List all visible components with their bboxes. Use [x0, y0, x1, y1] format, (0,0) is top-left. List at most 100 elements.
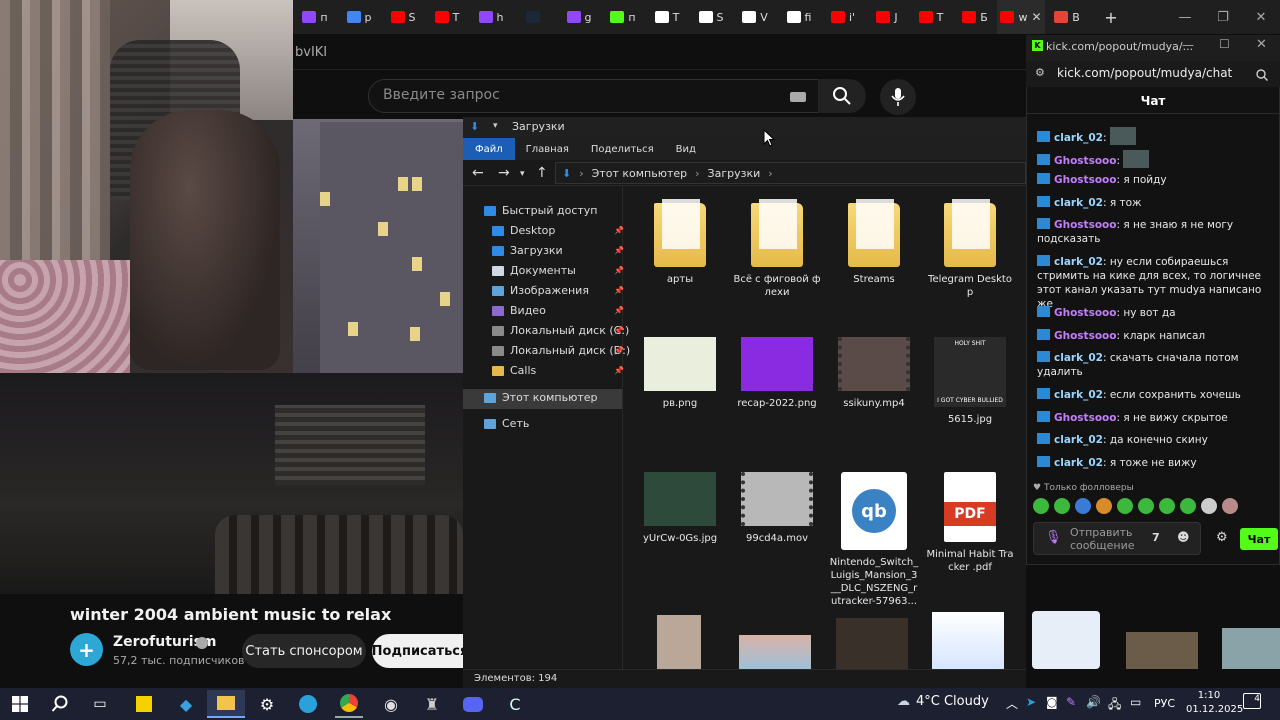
site-settings-icon[interactable]: ⚙ [1035, 66, 1045, 79]
chat-username[interactable]: clark_02 [1054, 352, 1103, 364]
windows-start-icon[interactable] [6, 690, 34, 718]
chat-username[interactable]: clark_02 [1054, 389, 1103, 401]
telegram-tray-icon[interactable]: ➤ [1026, 695, 1036, 709]
kick-url[interactable]: kick.com/popout/mudya/chat [1057, 66, 1232, 80]
emote-icon[interactable] [1222, 498, 1238, 514]
breadcrumb-this-pc[interactable]: Этот компьютер [592, 167, 688, 180]
file-item[interactable]: yUrCw-0Gs.jpg [635, 472, 725, 545]
discord-icon[interactable] [459, 690, 487, 718]
image-thumbnail[interactable] [739, 635, 811, 669]
up-arrow-icon[interactable]: ↑ [536, 165, 548, 181]
nav-item[interactable]: Сеть [484, 417, 629, 430]
browser-tab[interactable]: B [1045, 0, 1089, 34]
ribbon-tab-home[interactable]: Главная [515, 138, 580, 160]
new-tab-button[interactable]: + [1089, 0, 1133, 34]
browser-tab[interactable]: Б [953, 0, 997, 34]
ribbon-tab-file[interactable]: Файл [463, 138, 515, 160]
voice-search-button[interactable] [880, 79, 916, 115]
emote-icon[interactable] [1201, 498, 1217, 514]
file-item[interactable]: ssikuny.mp4 [829, 337, 919, 410]
tab-close-icon[interactable]: ✕ [1031, 10, 1041, 24]
forward-arrow-icon[interactable]: → [498, 165, 510, 181]
browser-tab[interactable]: Т [425, 0, 469, 34]
chevron-up-icon[interactable]: ︿ [1006, 695, 1018, 712]
search-icon[interactable] [46, 690, 74, 718]
nav-item[interactable]: Calls 📌 [492, 364, 637, 377]
emoji-picker-icon[interactable]: ☻ [1177, 530, 1190, 544]
nav-item[interactable]: Локальный диск (D:) 📌 [492, 344, 637, 357]
chat-send-button[interactable]: Чат [1240, 528, 1278, 550]
nav-item[interactable]: Этот компьютер [484, 391, 629, 404]
file-item[interactable]: recap-2022.png [732, 337, 822, 410]
file-item[interactable]: HOLY SHIT I GOT CYBER BULLIED 5615.jpg [925, 337, 1015, 426]
sponsor-button[interactable]: Стать спонсором [242, 634, 366, 668]
search-button[interactable] [818, 79, 866, 113]
recent-dropdown-icon[interactable]: ▾ [520, 169, 525, 179]
telegram-icon[interactable] [294, 690, 322, 718]
app-icon[interactable]: ♜ [418, 690, 446, 718]
clock[interactable]: 1:10 01.12.2025 [1186, 689, 1243, 717]
emote-icon[interactable] [1159, 498, 1175, 514]
nav-item[interactable]: Быстрый доступ [484, 204, 629, 217]
image-thumbnail[interactable] [1126, 632, 1198, 669]
nav-item[interactable]: Загрузки 📌 [492, 244, 637, 257]
emote-icon[interactable] [1180, 498, 1196, 514]
url-fragment[interactable]: bvIKI [295, 45, 327, 60]
image-thumbnail[interactable] [932, 612, 1004, 669]
browser-tab[interactable]: i' [821, 0, 865, 34]
chat-username[interactable]: clark_02 [1054, 132, 1103, 144]
nav-item[interactable]: Документы 📌 [492, 264, 637, 277]
file-item[interactable]: 99cd4a.mov [732, 472, 822, 545]
nav-item[interactable]: Локальный диск (C:) 📌 [492, 324, 637, 337]
seven-tv-icon[interactable]: 7 [1152, 531, 1160, 544]
emote-icon[interactable] [1138, 498, 1154, 514]
steam-icon[interactable]: ⚙ [253, 690, 281, 718]
emote-icon[interactable] [1054, 498, 1070, 514]
nav-item[interactable]: Desktop 📌 [492, 224, 637, 237]
chat-username[interactable]: clark_02 [1054, 197, 1103, 209]
sticky-notes-icon[interactable] [130, 690, 158, 718]
browser-tab[interactable] [513, 0, 557, 34]
ribbon-tab-view[interactable]: Вид [665, 138, 707, 160]
keyboard-icon[interactable] [790, 92, 806, 102]
zoom-icon[interactable] [1256, 66, 1268, 85]
file-item[interactable]: qb Nintendo_Switch_Luigis_Mansion_3__DLC_… [829, 472, 919, 608]
file-item[interactable]: Telegram Desktop [925, 199, 1015, 299]
app-icon[interactable]: ◆ [172, 690, 200, 718]
address-breadcrumb[interactable]: ⬇ › Этот компьютер › Загрузки › [555, 162, 1026, 184]
quick-access-toolbar-icon[interactable]: ▾ [493, 121, 498, 131]
close-icon[interactable]: ✕ [1256, 37, 1267, 52]
emote-icon[interactable] [1096, 498, 1112, 514]
browser-tab[interactable]: п [601, 0, 645, 34]
chat-username[interactable]: Ghostsooo [1054, 155, 1116, 167]
volume-icon[interactable]: 🔊 [1086, 695, 1101, 709]
minimize-icon[interactable]: — [1182, 38, 1194, 52]
notification-center-icon[interactable]: 4 [1243, 693, 1261, 709]
browser-tab[interactable]: h [469, 0, 513, 34]
browser-tab[interactable]: S [381, 0, 425, 34]
emote-icon[interactable] [1033, 498, 1049, 514]
chat-username[interactable]: clark_02 [1054, 256, 1103, 268]
image-thumbnail[interactable] [657, 615, 701, 669]
minimize-icon[interactable]: — [1166, 0, 1204, 34]
breadcrumb-downloads[interactable]: Загрузки [708, 167, 761, 180]
chat-username[interactable]: clark_02 [1054, 434, 1103, 446]
browser-tab[interactable]: Т [909, 0, 953, 34]
file-item[interactable]: PDF Minimal Habit Tracker .pdf [925, 472, 1015, 574]
discord-tray-icon[interactable]: ◙ [1046, 695, 1058, 709]
browser-tab[interactable]: S [689, 0, 733, 34]
qbittorrent-file-thumbnail[interactable] [1032, 611, 1100, 669]
app-icon[interactable]: C [501, 690, 529, 718]
browser-tab[interactable]: Т [645, 0, 689, 34]
chat-username[interactable]: Ghostsooo [1054, 307, 1116, 319]
chrome-icon[interactable] [335, 690, 363, 718]
restore-icon[interactable]: ❐ [1204, 0, 1242, 34]
network-icon[interactable]: 🖧 [1108, 695, 1121, 716]
emote-icon[interactable] [1075, 498, 1091, 514]
chat-input-placeholder[interactable]: Отправить сообщение [1070, 526, 1150, 552]
chat-username[interactable]: Ghostsooo [1054, 219, 1116, 231]
obs-icon[interactable]: ◉ [377, 690, 405, 718]
image-thumbnail[interactable] [836, 618, 908, 669]
browser-tab[interactable]: fi [777, 0, 821, 34]
browser-tab[interactable]: V [733, 0, 777, 34]
